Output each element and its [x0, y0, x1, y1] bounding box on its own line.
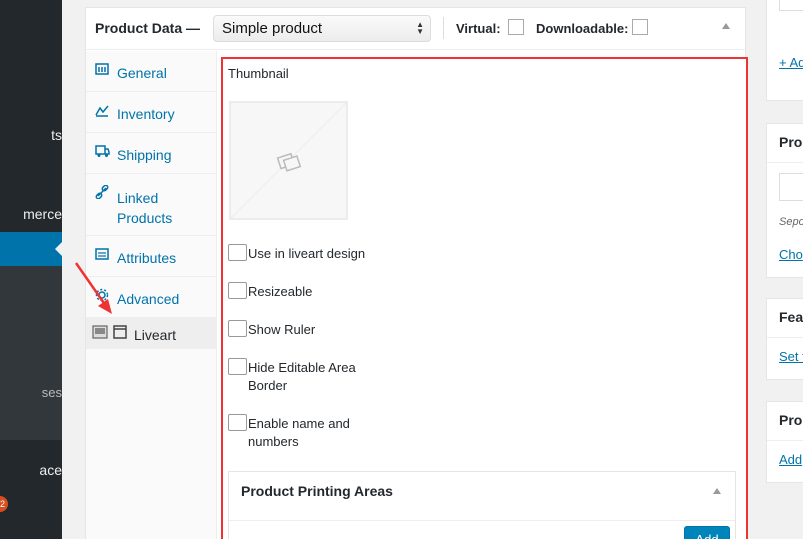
admin-submenu — [0, 266, 62, 440]
show-ruler-checkbox[interactable] — [228, 320, 247, 337]
set-featured-image-link[interactable]: Set f — [779, 349, 803, 364]
downloadable-label: Downloadable: — [536, 21, 629, 36]
use-in-liveart-design-checkbox[interactable] — [228, 244, 247, 261]
virtual-label: Virtual: — [456, 21, 501, 36]
product-gallery-title: Pro — [779, 412, 803, 428]
printing-areas-box: Product Printing Areas Add — [228, 471, 736, 539]
add-new-category-link[interactable]: + Ad — [779, 55, 803, 70]
tab-label: Linked Products — [117, 190, 173, 226]
tab-linked-products[interactable]: Linked Products — [86, 174, 217, 236]
tab-shipping[interactable]: Shipping — [86, 133, 217, 174]
admin-menu-label: ace — [39, 462, 62, 478]
select-arrows-icon: ▲ ▼ — [416, 20, 424, 36]
product-gallery-box: Pro Add — [766, 401, 803, 483]
header-divider — [443, 17, 444, 39]
admin-menu-active-item[interactable] — [0, 232, 62, 266]
product-tags-title: Pro — [779, 134, 803, 150]
tab-label: Liveart — [134, 327, 177, 343]
category-checkbox[interactable] — [779, 0, 803, 11]
tab-label: Inventory — [117, 106, 175, 122]
resizeable-checkbox[interactable] — [228, 282, 247, 299]
virtual-checkbox[interactable] — [508, 19, 524, 35]
product-type-select[interactable]: Simple product ▲ ▼ — [213, 15, 431, 42]
hide-editable-area-border-label: Hide Editable Area Border — [248, 360, 356, 393]
product-tags-box: Pro Sepo Cho — [766, 123, 803, 278]
product-data-title: Product Data — — [95, 20, 201, 36]
box-divider — [767, 440, 803, 441]
box-divider — [767, 337, 803, 338]
product-type-value: Simple product — [222, 20, 323, 37]
enable-name-and-numbers-label: Enable name and numbers — [248, 416, 350, 449]
image-placeholder-icon — [231, 103, 346, 218]
tab-label: Advanced — [117, 291, 180, 307]
liveart-icon — [113, 325, 127, 342]
image-icon — [92, 325, 108, 342]
tab-inventory[interactable]: Inventory — [86, 92, 217, 133]
linked-products-icon — [95, 184, 109, 202]
enable-name-and-numbers-checkbox[interactable] — [228, 414, 247, 431]
admin-sidebar: ts merce ses ace 2 — [0, 0, 62, 539]
update-count-badge: 2 — [0, 496, 8, 512]
tab-liveart[interactable]: Liveart — [86, 318, 217, 349]
tags-input[interactable] — [779, 173, 803, 201]
printing-areas-header[interactable]: Product Printing Areas — [229, 472, 735, 521]
liveart-panel: Thumbnail Use in liveart design Resizeab… — [221, 57, 748, 539]
add-printing-area-button[interactable]: Add — [684, 526, 730, 539]
featured-image-box: Fea Set f — [766, 298, 803, 380]
annotation-arrow-icon — [74, 262, 112, 314]
add-gallery-images-link[interactable]: Add — [779, 452, 802, 467]
choose-tags-link[interactable]: Cho — [779, 247, 803, 262]
thumbnail-placeholder[interactable] — [229, 101, 348, 220]
printing-areas-title: Product Printing Areas — [241, 483, 393, 499]
shipping-icon — [95, 144, 110, 161]
use-in-liveart-design-label: Use in liveart design — [248, 246, 366, 261]
admin-menu-item-woocommerce[interactable]: merce — [0, 206, 62, 226]
resizeable-label: Resizeable — [248, 284, 313, 299]
tab-label: Attributes — [117, 250, 177, 266]
admin-submenu-item-licenses[interactable]: ses — [0, 385, 62, 405]
general-icon — [95, 62, 109, 79]
collapse-arrow-icon[interactable] — [722, 23, 730, 29]
product-data-header: Product Data — Simple product ▲ ▼ Virtual… — [86, 8, 745, 50]
tab-label: Shipping — [117, 147, 172, 163]
tags-hint: Sepo — [779, 216, 803, 228]
admin-menu-item-appearance[interactable]: ace — [0, 462, 62, 482]
show-ruler-label: Show Ruler — [248, 322, 316, 337]
active-menu-pointer-icon — [55, 241, 62, 257]
admin-submenu-label: ses — [41, 385, 62, 400]
categories-box: + Ad — [766, 0, 803, 101]
admin-menu-label: merce — [23, 206, 62, 222]
collapse-arrow-icon[interactable] — [713, 488, 721, 494]
downloadable-checkbox[interactable] — [632, 19, 648, 35]
thumbnail-label: Thumbnail — [228, 66, 289, 81]
admin-menu-item-products[interactable]: ts — [0, 127, 62, 147]
featured-image-title: Fea — [779, 309, 803, 325]
admin-menu-label: ts — [51, 127, 62, 143]
tab-label: General — [117, 65, 167, 81]
box-divider — [767, 162, 803, 163]
inventory-icon — [95, 103, 109, 120]
tab-general[interactable]: General — [86, 51, 217, 92]
hide-editable-area-border-checkbox[interactable] — [228, 358, 247, 375]
